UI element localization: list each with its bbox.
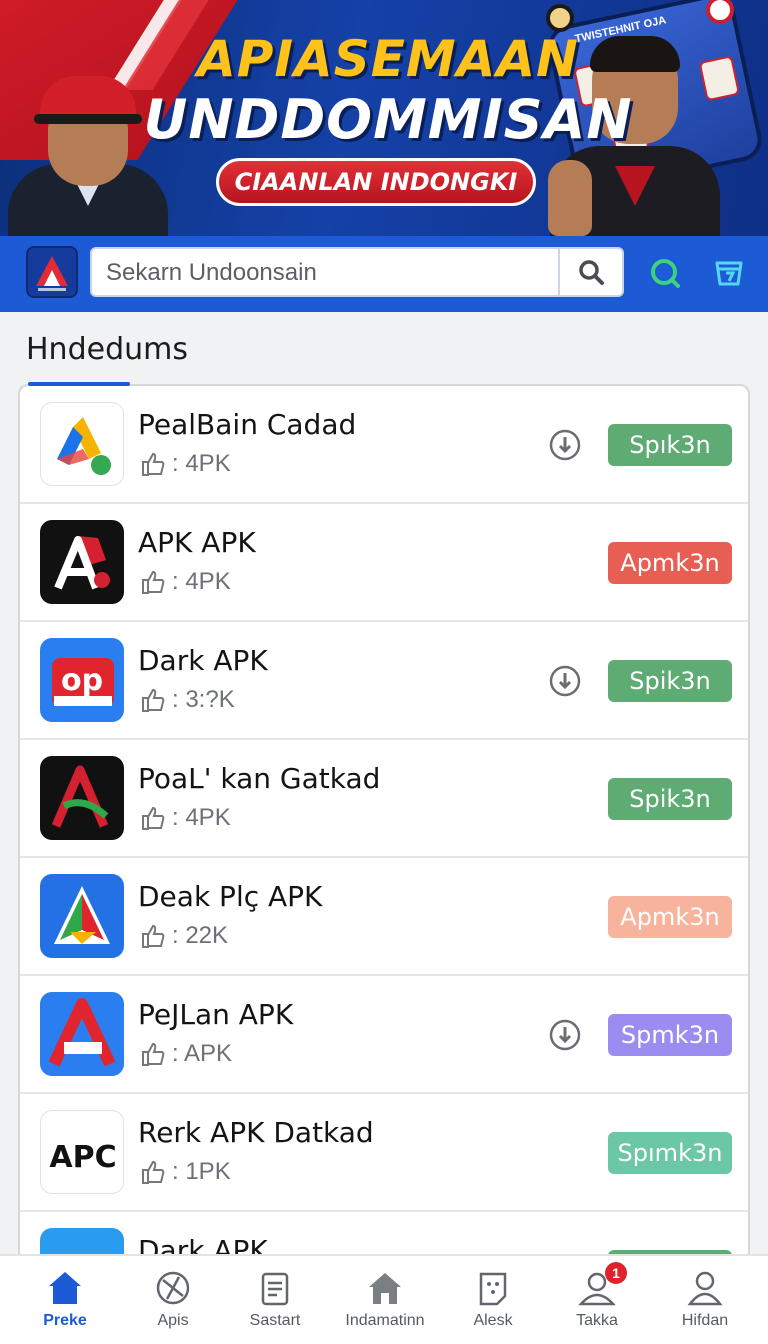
list-item[interactable]: APC Rerk APK Datkad : 1PK Spımk3n bbox=[20, 1094, 748, 1212]
thumbs-up-icon bbox=[142, 1042, 165, 1066]
apc-logo-icon: APC bbox=[40, 1110, 124, 1194]
install-button[interactable]: Spik3n bbox=[608, 778, 732, 820]
nav-item-apps[interactable]: Apis bbox=[122, 1256, 224, 1344]
grid-circle-icon bbox=[153, 1268, 193, 1308]
list-item[interactable]: APK APK : 4PK Apmk3n bbox=[20, 504, 748, 622]
dice-icon bbox=[473, 1268, 513, 1308]
download-icon[interactable] bbox=[548, 664, 582, 698]
install-button[interactable]: Spmk3n bbox=[608, 1014, 732, 1056]
refresh-search-icon[interactable] bbox=[648, 256, 682, 290]
nav-item-sastart[interactable]: Sastart bbox=[224, 1256, 326, 1344]
install-button[interactable]: Apmk3n bbox=[608, 896, 732, 938]
promo-banner[interactable]: TWISTEHNIT OJA APIASEMAAN UNDDOMMISAN CI… bbox=[0, 0, 768, 236]
app-size: : 3:?K bbox=[140, 686, 235, 714]
app-size: : 4PK bbox=[140, 450, 231, 478]
app-name: Deak Plç APK bbox=[138, 880, 323, 913]
list-item[interactable]: Deak Plç APK : 22K Apmk3n bbox=[20, 858, 748, 976]
thumbs-up-icon bbox=[142, 688, 165, 712]
search-button[interactable] bbox=[558, 249, 622, 295]
thumbs-up-icon bbox=[142, 1160, 165, 1184]
thumbs-up-icon bbox=[142, 924, 165, 948]
list-item[interactable]: PealBain Cadad : 4PK Spık3n bbox=[20, 386, 748, 504]
nav-item-indamatinn[interactable]: Indamatinn bbox=[334, 1256, 436, 1344]
nav-item-takka[interactable]: 1 Takka bbox=[546, 1256, 648, 1344]
app-size: : 4PK bbox=[140, 804, 231, 832]
banner-cta-pill[interactable]: CIAANLAN INDONGKI bbox=[216, 158, 536, 206]
triangle-a-logo-icon bbox=[40, 874, 124, 958]
app-name: PeJLan APK bbox=[138, 998, 294, 1031]
install-button[interactable]: Spik3n bbox=[608, 660, 732, 702]
install-button[interactable]: Spımk3n bbox=[608, 1132, 732, 1174]
nav-item-hifdan[interactable]: Hifdan bbox=[654, 1256, 756, 1344]
search-icon bbox=[579, 260, 604, 285]
app-name: APK APK bbox=[138, 526, 256, 559]
download-icon[interactable] bbox=[548, 428, 582, 462]
nav-item-alesk[interactable]: Alesk bbox=[442, 1256, 544, 1344]
app-size: : 4PK bbox=[140, 568, 231, 596]
svg-text:APC: APC bbox=[49, 1140, 116, 1175]
search-input[interactable] bbox=[106, 257, 552, 289]
app-name: Dark APK bbox=[138, 644, 268, 677]
nav-item-home[interactable]: Preke bbox=[14, 1256, 116, 1344]
document-icon bbox=[255, 1268, 295, 1308]
red-a-logo-icon bbox=[40, 520, 124, 604]
app-size: : APK bbox=[140, 1040, 232, 1068]
top-search-bar bbox=[0, 236, 768, 312]
thumbs-up-icon bbox=[142, 570, 165, 594]
banner-title-line1: APIASEMAAN bbox=[197, 30, 579, 88]
app-name: PoaL' kan Gatkad bbox=[138, 762, 381, 795]
notification-badge: 1 bbox=[605, 1262, 627, 1284]
blue-a-logo-icon bbox=[40, 992, 124, 1076]
app-name: Rerk APK Datkad bbox=[138, 1116, 374, 1149]
list-item[interactable]: op Dark APK : 3:?K Spik3n bbox=[20, 622, 748, 740]
thumbs-up-icon bbox=[142, 806, 165, 830]
home-icon bbox=[45, 1268, 85, 1308]
svg-text:op: op bbox=[61, 663, 103, 698]
app-size: : 1PK bbox=[140, 1158, 231, 1186]
banner-badge-icon bbox=[546, 4, 574, 32]
green-red-a-logo-icon bbox=[40, 756, 124, 840]
app-list: PealBain Cadad : 4PK Spık3n APK APK: 4P… bbox=[18, 384, 750, 1284]
install-button[interactable]: Spık3n bbox=[608, 424, 732, 466]
app-screen: TWISTEHNIT OJA APIASEMAAN UNDDOMMISAN CI… bbox=[0, 0, 768, 1344]
banner-peace-hand bbox=[548, 160, 592, 236]
install-button[interactable]: Apmk3n bbox=[608, 542, 732, 584]
section-title: Hndedums bbox=[26, 332, 188, 367]
app-name: PealBain Cadad bbox=[138, 408, 357, 441]
bottom-navigation: Preke Apis Sastart Indamatinn Alesk 1 Ta… bbox=[0, 1254, 768, 1344]
section-tab-indicator bbox=[28, 382, 130, 386]
list-item[interactable]: PoaL' kan Gatkad : 4PK Spik3n bbox=[20, 740, 748, 858]
banner-title-line2: UNDDOMMISAN bbox=[143, 88, 633, 151]
list-item[interactable]: PeJLan APK : APK Spmk3n bbox=[20, 976, 748, 1094]
store-bag-icon[interactable] bbox=[712, 256, 746, 290]
search-box bbox=[90, 247, 624, 297]
house-outline-icon bbox=[365, 1268, 405, 1308]
app-size: : 22K bbox=[140, 922, 228, 950]
app-logo-icon[interactable] bbox=[26, 246, 78, 298]
person-badge-icon: 1 bbox=[577, 1262, 627, 1308]
google-ads-logo-icon bbox=[40, 402, 124, 486]
thumbs-up-icon bbox=[142, 452, 165, 476]
download-icon[interactable] bbox=[548, 1018, 582, 1052]
op-logo-icon: op bbox=[40, 638, 124, 722]
person-icon bbox=[685, 1268, 725, 1308]
